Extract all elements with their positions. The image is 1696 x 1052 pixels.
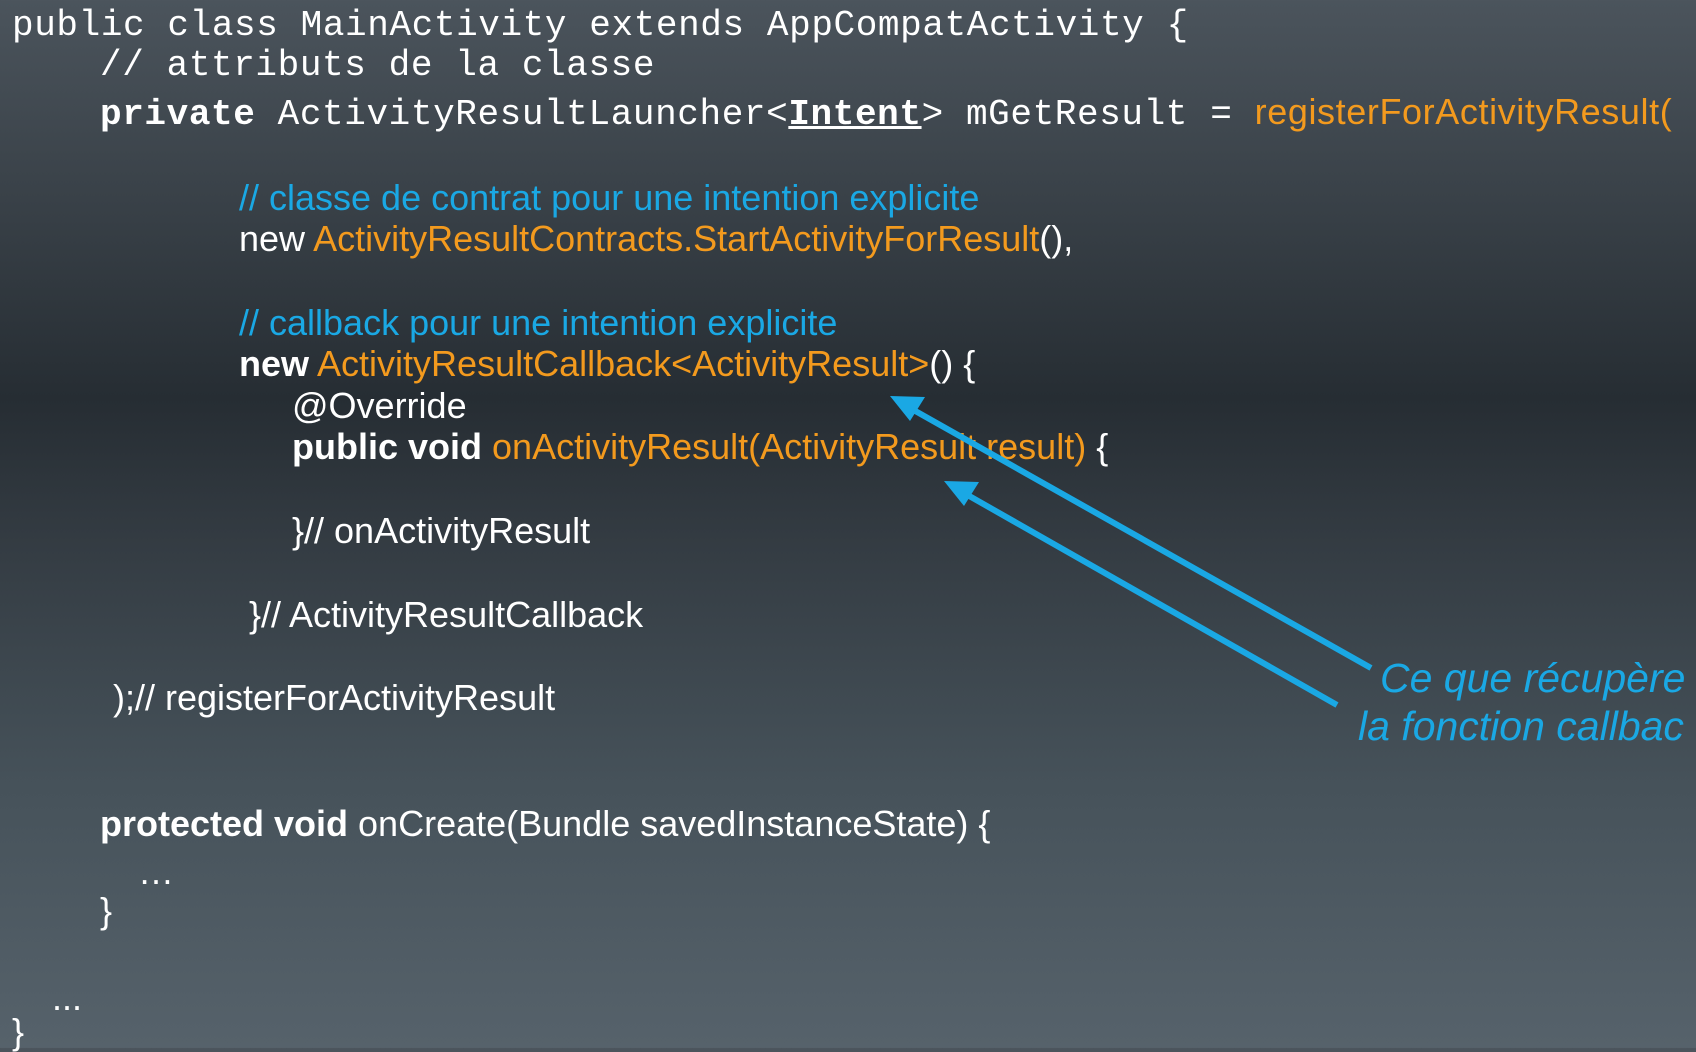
arrow-icon [944, 481, 1339, 708]
arrow-icon [890, 396, 1373, 671]
annotation-arrows [890, 396, 1373, 708]
